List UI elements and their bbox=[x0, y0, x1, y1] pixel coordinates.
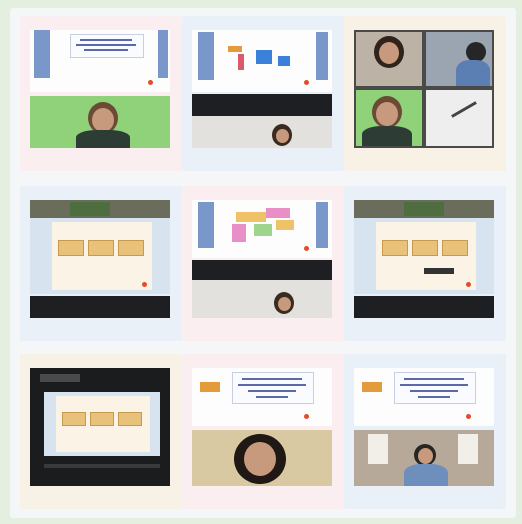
video-call-screenshot bbox=[344, 186, 506, 341]
video-call-screenshot bbox=[182, 186, 344, 341]
video-call-screenshot bbox=[20, 16, 182, 171]
collage-frame bbox=[10, 8, 516, 518]
video-call-screenshot bbox=[182, 354, 344, 509]
video-call-screenshot bbox=[20, 354, 182, 509]
video-call-screenshot bbox=[344, 16, 506, 171]
video-call-screenshot bbox=[20, 186, 182, 341]
video-call-screenshot bbox=[344, 354, 506, 509]
video-call-screenshot bbox=[182, 16, 344, 171]
